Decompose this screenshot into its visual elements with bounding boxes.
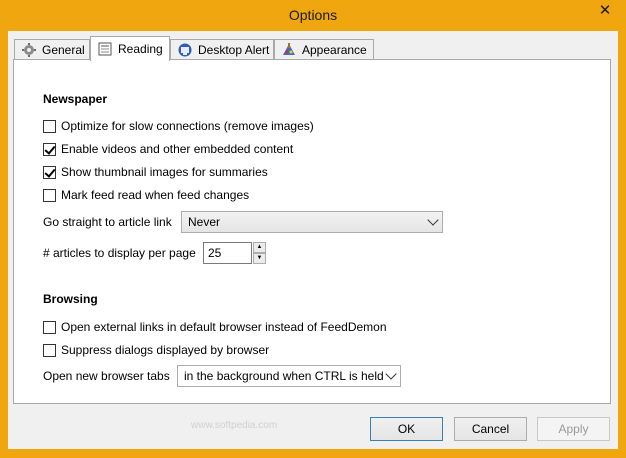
new-tabs-select[interactable]: in the background when CTRL is held — [177, 365, 401, 387]
option-mark-feed-read[interactable]: Mark feed read when feed changes — [43, 187, 249, 203]
option-label: Open external links in default browser i… — [61, 320, 387, 334]
checkbox[interactable] — [43, 188, 56, 202]
watermark: www.softpedia.com — [191, 420, 278, 431]
ok-button[interactable]: OK — [370, 417, 443, 441]
option-external-links[interactable]: Open external links in default browser i… — [43, 319, 387, 335]
window-title: Options — [288, 7, 338, 23]
option-label: Show thumbnail images for summaries — [61, 165, 268, 179]
checkbox[interactable] — [43, 320, 56, 334]
tab-reading[interactable]: Reading — [90, 36, 170, 61]
option-label: Suppress dialogs displayed by browser — [61, 343, 270, 357]
spin-down-button[interactable]: ▼ — [253, 253, 266, 264]
alert-icon — [177, 42, 193, 58]
reading-panel: Newspaper Optimize for slow connections … — [13, 59, 611, 404]
newspaper-icon — [97, 41, 113, 57]
option-label: Optimize for slow connections (remove im… — [61, 119, 314, 133]
articles-per-page-value: 25 — [208, 246, 222, 260]
article-link-label: Go straight to article link — [43, 215, 172, 229]
articles-per-page-label: # articles to display per page — [43, 246, 196, 260]
browsing-heading: Browsing — [43, 292, 98, 306]
checkbox[interactable] — [43, 165, 56, 179]
tab-general[interactable]: General — [14, 39, 90, 59]
tab-desktop-alert[interactable]: Desktop Alert — [170, 39, 274, 59]
option-suppress-dialogs[interactable]: Suppress dialogs displayed by browser — [43, 342, 269, 358]
tab-general-label: General — [42, 42, 85, 57]
tab-reading-label: Reading — [118, 42, 163, 56]
close-button[interactable]: ✕ — [591, 1, 619, 21]
tab-desktop-alert-label: Desktop Alert — [198, 42, 270, 57]
option-label: Enable videos and other embedded content — [61, 142, 294, 156]
checkbox[interactable] — [43, 119, 56, 133]
chevron-down-icon — [427, 214, 439, 226]
article-link-value: Never — [188, 215, 221, 229]
option-show-thumbnails[interactable]: Show thumbnail images for summaries — [43, 164, 268, 180]
article-link-select[interactable]: Never — [181, 211, 443, 233]
option-label: Mark feed read when feed changes — [61, 188, 250, 202]
options-window: Options ✕ General Reading Desktop Alert … — [0, 0, 626, 458]
cancel-button[interactable]: Cancel — [454, 417, 527, 441]
tab-appearance[interactable]: Appearance — [274, 39, 374, 59]
checkbox[interactable] — [43, 142, 56, 156]
new-tabs-label: Open new browser tabs — [43, 369, 170, 383]
gear-icon — [21, 42, 37, 58]
checkbox[interactable] — [43, 343, 56, 357]
chevron-down-icon — [385, 368, 397, 380]
newspaper-heading: Newspaper — [43, 92, 108, 106]
articles-per-page-input[interactable]: 25 — [203, 242, 252, 264]
new-tabs-value: in the background when CTRL is held — [184, 369, 384, 383]
option-optimize-slow[interactable]: Optimize for slow connections (remove im… — [43, 118, 314, 134]
apply-button[interactable]: Apply — [537, 417, 610, 441]
title-bar: Options ✕ — [1, 1, 625, 31]
spin-up-button[interactable]: ▲ — [253, 242, 266, 253]
option-enable-videos[interactable]: Enable videos and other embedded content — [43, 141, 293, 157]
tab-appearance-label: Appearance — [302, 42, 367, 57]
dialog-body: General Reading Desktop Alert Appearance — [8, 31, 618, 449]
palette-icon — [281, 42, 297, 58]
